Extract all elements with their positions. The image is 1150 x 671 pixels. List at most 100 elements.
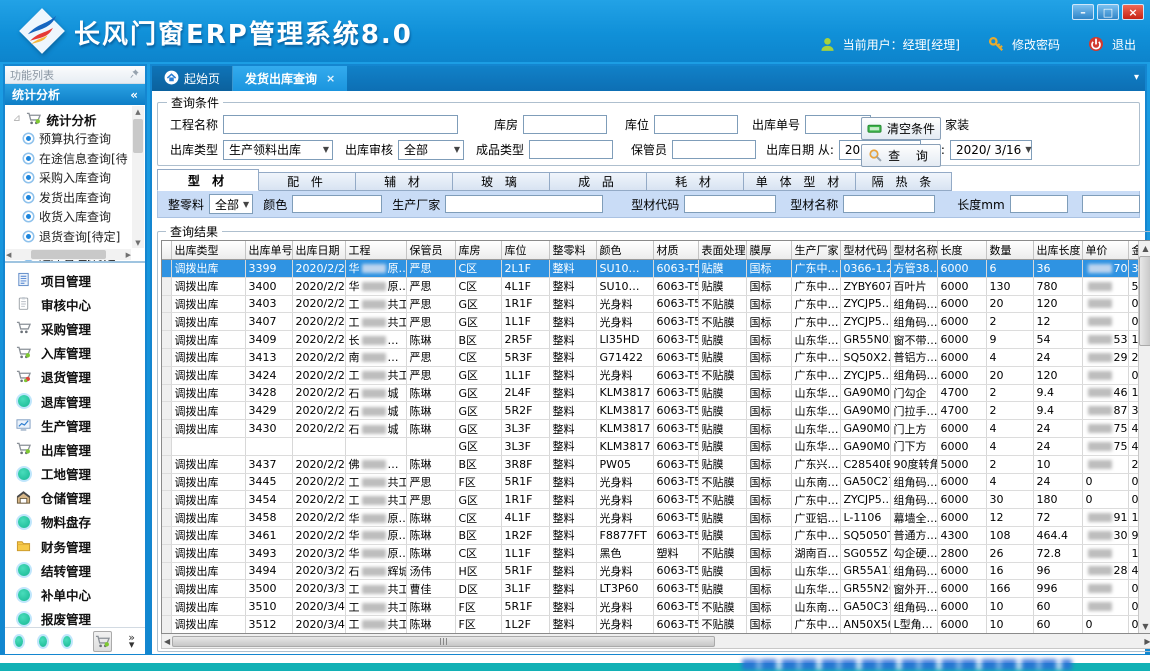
table-row[interactable]: 调拨出库34032020/2/25工共工程严思G区1R1F整料光身料6063-T…: [162, 295, 1150, 313]
table-cell[interactable]: 严思: [406, 348, 455, 366]
table-cell[interactable]: 陈琳: [406, 402, 455, 420]
table-cell[interactable]: 9.4: [1033, 384, 1082, 402]
table-cell[interactable]: 60: [1033, 598, 1082, 616]
table-cell[interactable]: 山东华…: [791, 437, 840, 455]
sidebar-nav-item[interactable]: 入库管理: [5, 341, 145, 365]
table-cell[interactable]: ZYCJP5…: [840, 295, 890, 313]
table-cell[interactable]: 整料: [549, 402, 596, 420]
tree-item[interactable]: 在途信息查询[待: [11, 149, 131, 169]
change-password-link[interactable]: 修改密码: [1012, 36, 1060, 53]
column-header[interactable]: 颜色: [596, 241, 653, 260]
table-row[interactable]: 调拨出库34292020/2/26石城陈琳G区5R2F整料KLM38176063…: [162, 402, 1150, 420]
table-cell[interactable]: 光身料: [596, 509, 653, 527]
table-cell[interactable]: 整料: [549, 420, 596, 438]
table-cell[interactable]: 调拨出库: [171, 455, 245, 473]
table-cell[interactable]: 工共工程: [345, 598, 406, 616]
table-cell[interactable]: 国标: [746, 562, 791, 580]
table-cell[interactable]: 3429: [245, 402, 292, 420]
audit-select[interactable]: 全部▼: [398, 140, 464, 160]
table-cell[interactable]: 陈琳: [406, 544, 455, 562]
table-cell[interactable]: 2972: [1082, 348, 1128, 366]
material-tab[interactable]: 辅 材: [356, 172, 453, 191]
table-row[interactable]: 调拨出库34242020/2/26工共工程严思G区1L1F整料光身料6063-T…: [162, 366, 1150, 384]
table-horizontal-scrollbar[interactable]: ◀▶: [161, 634, 1150, 649]
table-cell[interactable]: 3R8F: [501, 455, 549, 473]
table-cell[interactable]: 广东中…: [791, 491, 840, 509]
table-cell[interactable]: 严思: [406, 473, 455, 491]
table-cell[interactable]: 窗不带…: [890, 331, 937, 349]
table-cell[interactable]: 130: [986, 277, 1033, 295]
table-cell[interactable]: 陈琳: [406, 384, 455, 402]
table-cell[interactable]: 不贴膜: [698, 366, 746, 384]
row-header[interactable]: [162, 437, 171, 455]
table-cell[interactable]: 石城: [345, 384, 406, 402]
table-cell[interactable]: C区: [455, 544, 501, 562]
table-cell[interactable]: 120: [1033, 295, 1082, 313]
scroll-down-icon[interactable]: ▼: [135, 237, 140, 248]
row-header[interactable]: [162, 526, 171, 544]
table-cell[interactable]: 306: [1082, 526, 1128, 544]
table-cell[interactable]: 3430: [245, 420, 292, 438]
table-cell[interactable]: 2L4F: [501, 384, 549, 402]
table-cell[interactable]: B区: [455, 455, 501, 473]
table-cell[interactable]: 3399: [245, 260, 292, 278]
logout-link[interactable]: 退出: [1112, 36, 1136, 53]
table-row[interactable]: 调拨出库34542020/2/28工共工程严思G区1R1F整料光身料6063-T…: [162, 491, 1150, 509]
table-cell[interactable]: 调拨出库: [171, 402, 245, 420]
table-cell[interactable]: 6063-T5: [653, 455, 698, 473]
table-cell[interactable]: 调拨出库: [171, 509, 245, 527]
table-cell[interactable]: 工共工程: [345, 366, 406, 384]
material-tab[interactable]: 成 品: [550, 172, 647, 191]
table-cell[interactable]: 国标: [746, 437, 791, 455]
table-cell[interactable]: 3512: [245, 615, 292, 633]
table-cell[interactable]: 1L1F: [501, 544, 549, 562]
table-cell[interactable]: 2L1F: [501, 260, 549, 278]
table-cell[interactable]: 严思: [406, 491, 455, 509]
table-cell[interactable]: 整料: [549, 384, 596, 402]
table-cell[interactable]: 3L3F: [501, 420, 549, 438]
table-cell[interactable]: 2: [986, 384, 1033, 402]
table-cell[interactable]: 国标: [746, 260, 791, 278]
scroll-left-icon[interactable]: ◀: [6, 251, 11, 259]
table-cell[interactable]: GR55N02: [840, 331, 890, 349]
scrollbar-thumb[interactable]: [172, 636, 715, 647]
table-cell[interactable]: 6063-T5: [653, 473, 698, 491]
table-cell[interactable]: GR55N26: [840, 580, 890, 598]
color-input[interactable]: [292, 195, 382, 213]
table-cell[interactable]: 门拉手…: [890, 402, 937, 420]
table-cell[interactable]: 6063-T5: [653, 509, 698, 527]
table-cell[interactable]: 山东华…: [791, 331, 840, 349]
table-cell[interactable]: 光身料: [596, 491, 653, 509]
table-cell[interactable]: 3500: [245, 580, 292, 598]
table-cell[interactable]: 20: [986, 366, 1033, 384]
tab-overflow-icon[interactable]: ▾: [1134, 72, 1139, 83]
table-cell[interactable]: 调拨出库: [171, 615, 245, 633]
table-cell[interactable]: 广东中…: [791, 295, 840, 313]
product-type-input[interactable]: [529, 140, 613, 159]
table-row[interactable]: 调拨出库34932020/3/2华原…陈琳C区1L1F整料黑色塑料不贴膜国标湖南…: [162, 544, 1150, 562]
table-cell[interactable]: C区: [455, 509, 501, 527]
row-header[interactable]: [162, 491, 171, 509]
row-header[interactable]: [162, 420, 171, 438]
table-cell[interactable]: F区: [455, 598, 501, 616]
table-cell[interactable]: 537: [1082, 331, 1128, 349]
table-cell[interactable]: 贴膜: [698, 277, 746, 295]
table-row[interactable]: 调拨出库33992020/2/25华原…严思C区2L1F整料SU10…6063-…: [162, 260, 1150, 278]
table-cell[interactable]: 16: [986, 562, 1033, 580]
table-cell[interactable]: 5R2F: [501, 402, 549, 420]
table-cell[interactable]: 6000: [937, 598, 986, 616]
tree-item[interactable]: 收货入库查询: [11, 207, 131, 227]
material-tab[interactable]: 型 材: [157, 169, 259, 191]
table-cell[interactable]: 门勾企: [890, 384, 937, 402]
table-cell[interactable]: 广东兴…: [791, 455, 840, 473]
tree-item[interactable]: 采购入库查询: [11, 168, 131, 188]
table-cell[interactable]: [1082, 598, 1128, 616]
table-cell[interactable]: 窗外开…: [890, 580, 937, 598]
table-cell[interactable]: GA90M08.: [840, 420, 890, 438]
table-cell[interactable]: 贴膜: [698, 437, 746, 455]
table-cell[interactable]: ZYBY607: [840, 277, 890, 295]
table-cell[interactable]: 国标: [746, 526, 791, 544]
table-cell[interactable]: [1082, 313, 1128, 331]
table-cell[interactable]: 幕墙全…: [890, 509, 937, 527]
table-cell[interactable]: 光身料: [596, 295, 653, 313]
